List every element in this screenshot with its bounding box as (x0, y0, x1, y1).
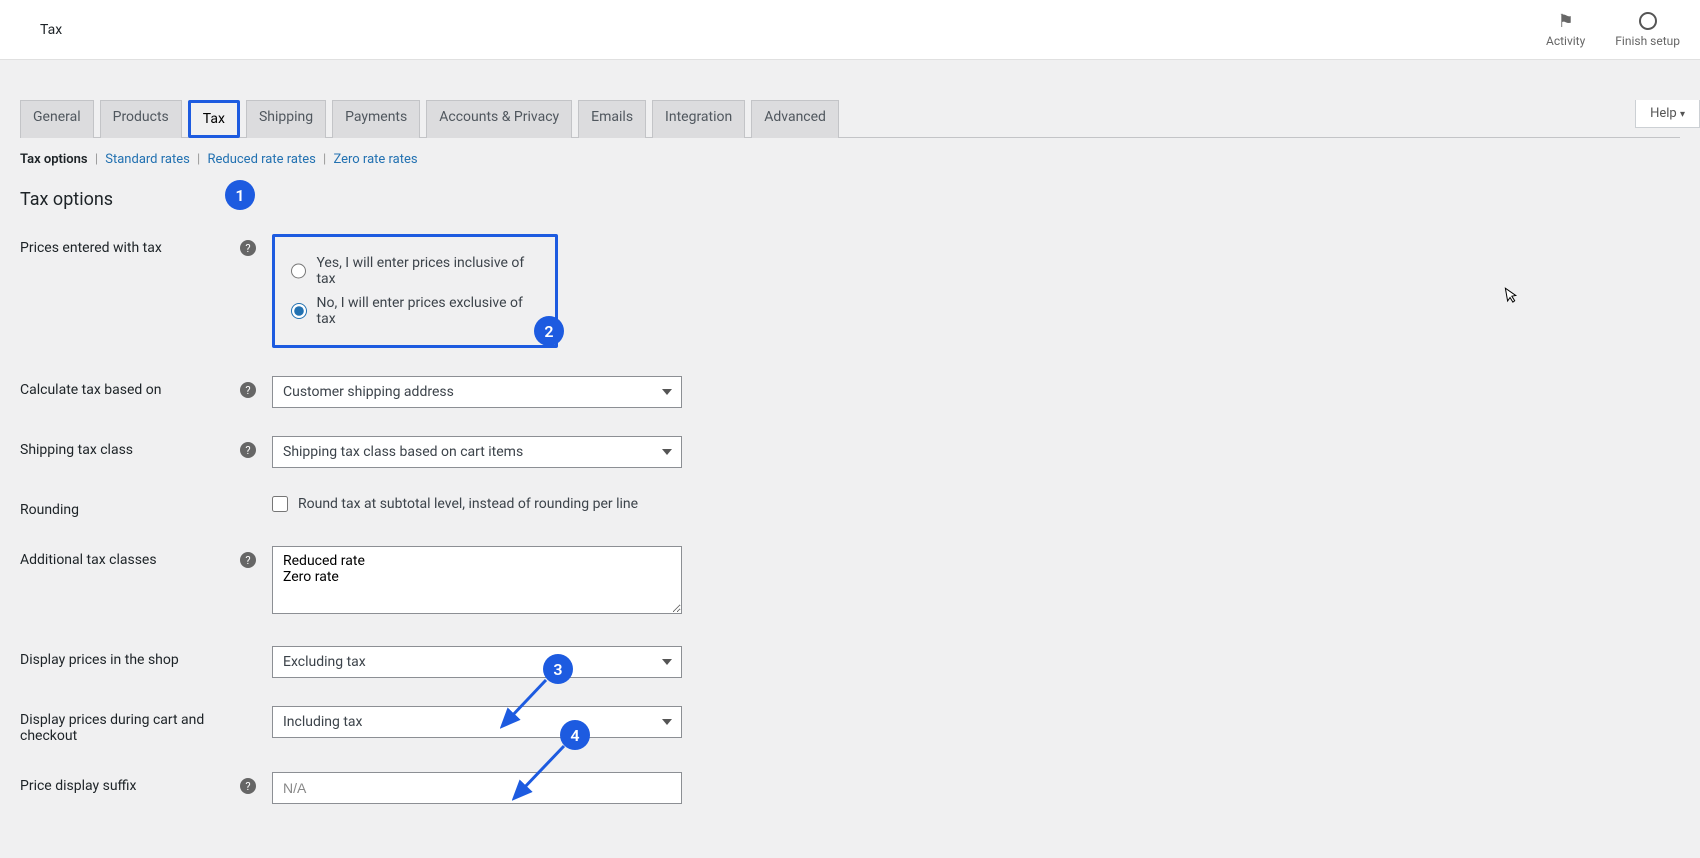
subnav-zero-rate[interactable]: Zero rate rates (333, 152, 417, 167)
help-icon[interactable]: ? (240, 552, 256, 568)
row-additional-tax-classes: Additional tax classes ? (20, 546, 1680, 618)
checkbox-rounding-label: Round tax at subtotal level, instead of … (298, 496, 638, 512)
finish-setup-label: Finish setup (1615, 34, 1680, 48)
callout-badge-1: 1 (225, 180, 255, 210)
prices-entered-radio-group: Yes, I will enter prices inclusive of ta… (272, 234, 558, 348)
radio-inclusive-label: Yes, I will enter prices inclusive of ta… (316, 255, 539, 287)
row-price-suffix: Price display suffix ? (20, 772, 1680, 804)
tab-integration[interactable]: Integration (652, 100, 745, 138)
select-shipping-tax-class[interactable]: Shipping tax class based on cart items (272, 436, 682, 468)
row-prices-entered: Prices entered with tax ? Yes, I will en… (20, 234, 1680, 348)
tab-products[interactable]: Products (100, 100, 182, 138)
label-calculate-tax: Calculate tax based on (20, 376, 240, 398)
label-price-suffix: Price display suffix (20, 772, 240, 794)
row-display-cart: Display prices during cart and checkout … (20, 706, 1680, 744)
callout-badge-4: 4 (560, 720, 590, 750)
radio-inclusive[interactable] (291, 263, 306, 279)
tab-advanced[interactable]: Advanced (751, 100, 839, 138)
callout-badge-3: 3 (543, 654, 573, 684)
help-icon[interactable]: ? (240, 442, 256, 458)
nav-tabs: General Products Tax Shipping Payments A… (20, 100, 1680, 138)
select-display-shop[interactable]: Excluding tax (272, 646, 682, 678)
row-display-shop: Display prices in the shop Excluding tax (20, 646, 1680, 678)
radio-exclusive-label: No, I will enter prices exclusive of tax (317, 295, 539, 327)
radio-exclusive[interactable] (291, 303, 307, 319)
help-button[interactable]: Help (1635, 100, 1700, 128)
help-icon[interactable]: ? (240, 382, 256, 398)
page-title: Tax (40, 22, 62, 38)
select-display-cart[interactable]: Including tax (272, 706, 682, 738)
help-icon[interactable]: ? (240, 240, 256, 256)
subnav-standard-rates[interactable]: Standard rates (105, 152, 190, 167)
label-additional-tax-classes: Additional tax classes (20, 546, 240, 568)
tab-shipping[interactable]: Shipping (246, 100, 326, 138)
row-calculate-tax: Calculate tax based on ? Customer shippi… (20, 376, 1680, 408)
label-rounding: Rounding (20, 496, 240, 518)
row-shipping-tax-class: Shipping tax class ? Shipping tax class … (20, 436, 1680, 468)
label-display-shop: Display prices in the shop (20, 646, 240, 668)
label-prices-entered: Prices entered with tax (20, 234, 240, 256)
tab-general[interactable]: General (20, 100, 94, 138)
topbar: Tax ⚑ Activity Finish setup (0, 0, 1700, 60)
tab-payments[interactable]: Payments (332, 100, 420, 138)
content-area: Help 1 2 3 4 General Products Tax Shippi… (0, 100, 1700, 844)
textarea-additional-tax-classes[interactable] (272, 546, 682, 614)
flag-icon: ⚑ (1558, 11, 1574, 32)
label-shipping-tax-class: Shipping tax class (20, 436, 240, 458)
checkbox-rounding[interactable] (272, 496, 288, 512)
callout-badge-2: 2 (534, 316, 564, 346)
section-title: Tax options (20, 189, 1680, 210)
subnav-reduced-rate[interactable]: Reduced rate rates (207, 152, 315, 167)
finish-setup-button[interactable]: Finish setup (1615, 12, 1680, 48)
tab-tax[interactable]: Tax (188, 100, 240, 138)
activity-button[interactable]: ⚑ Activity (1546, 11, 1585, 48)
help-icon[interactable]: ? (240, 778, 256, 794)
tab-accounts-privacy[interactable]: Accounts & Privacy (426, 100, 572, 138)
activity-label: Activity (1546, 34, 1585, 48)
tab-emails[interactable]: Emails (578, 100, 646, 138)
input-price-suffix[interactable] (272, 772, 682, 804)
row-rounding: Rounding Round tax at subtotal level, in… (20, 496, 1680, 518)
label-display-cart: Display prices during cart and checkout (20, 706, 240, 744)
circle-icon (1639, 12, 1657, 30)
select-calculate-tax[interactable]: Customer shipping address (272, 376, 682, 408)
subnav-tax-options[interactable]: Tax options (20, 152, 88, 167)
subnav: Tax options | Standard rates | Reduced r… (20, 152, 1680, 167)
